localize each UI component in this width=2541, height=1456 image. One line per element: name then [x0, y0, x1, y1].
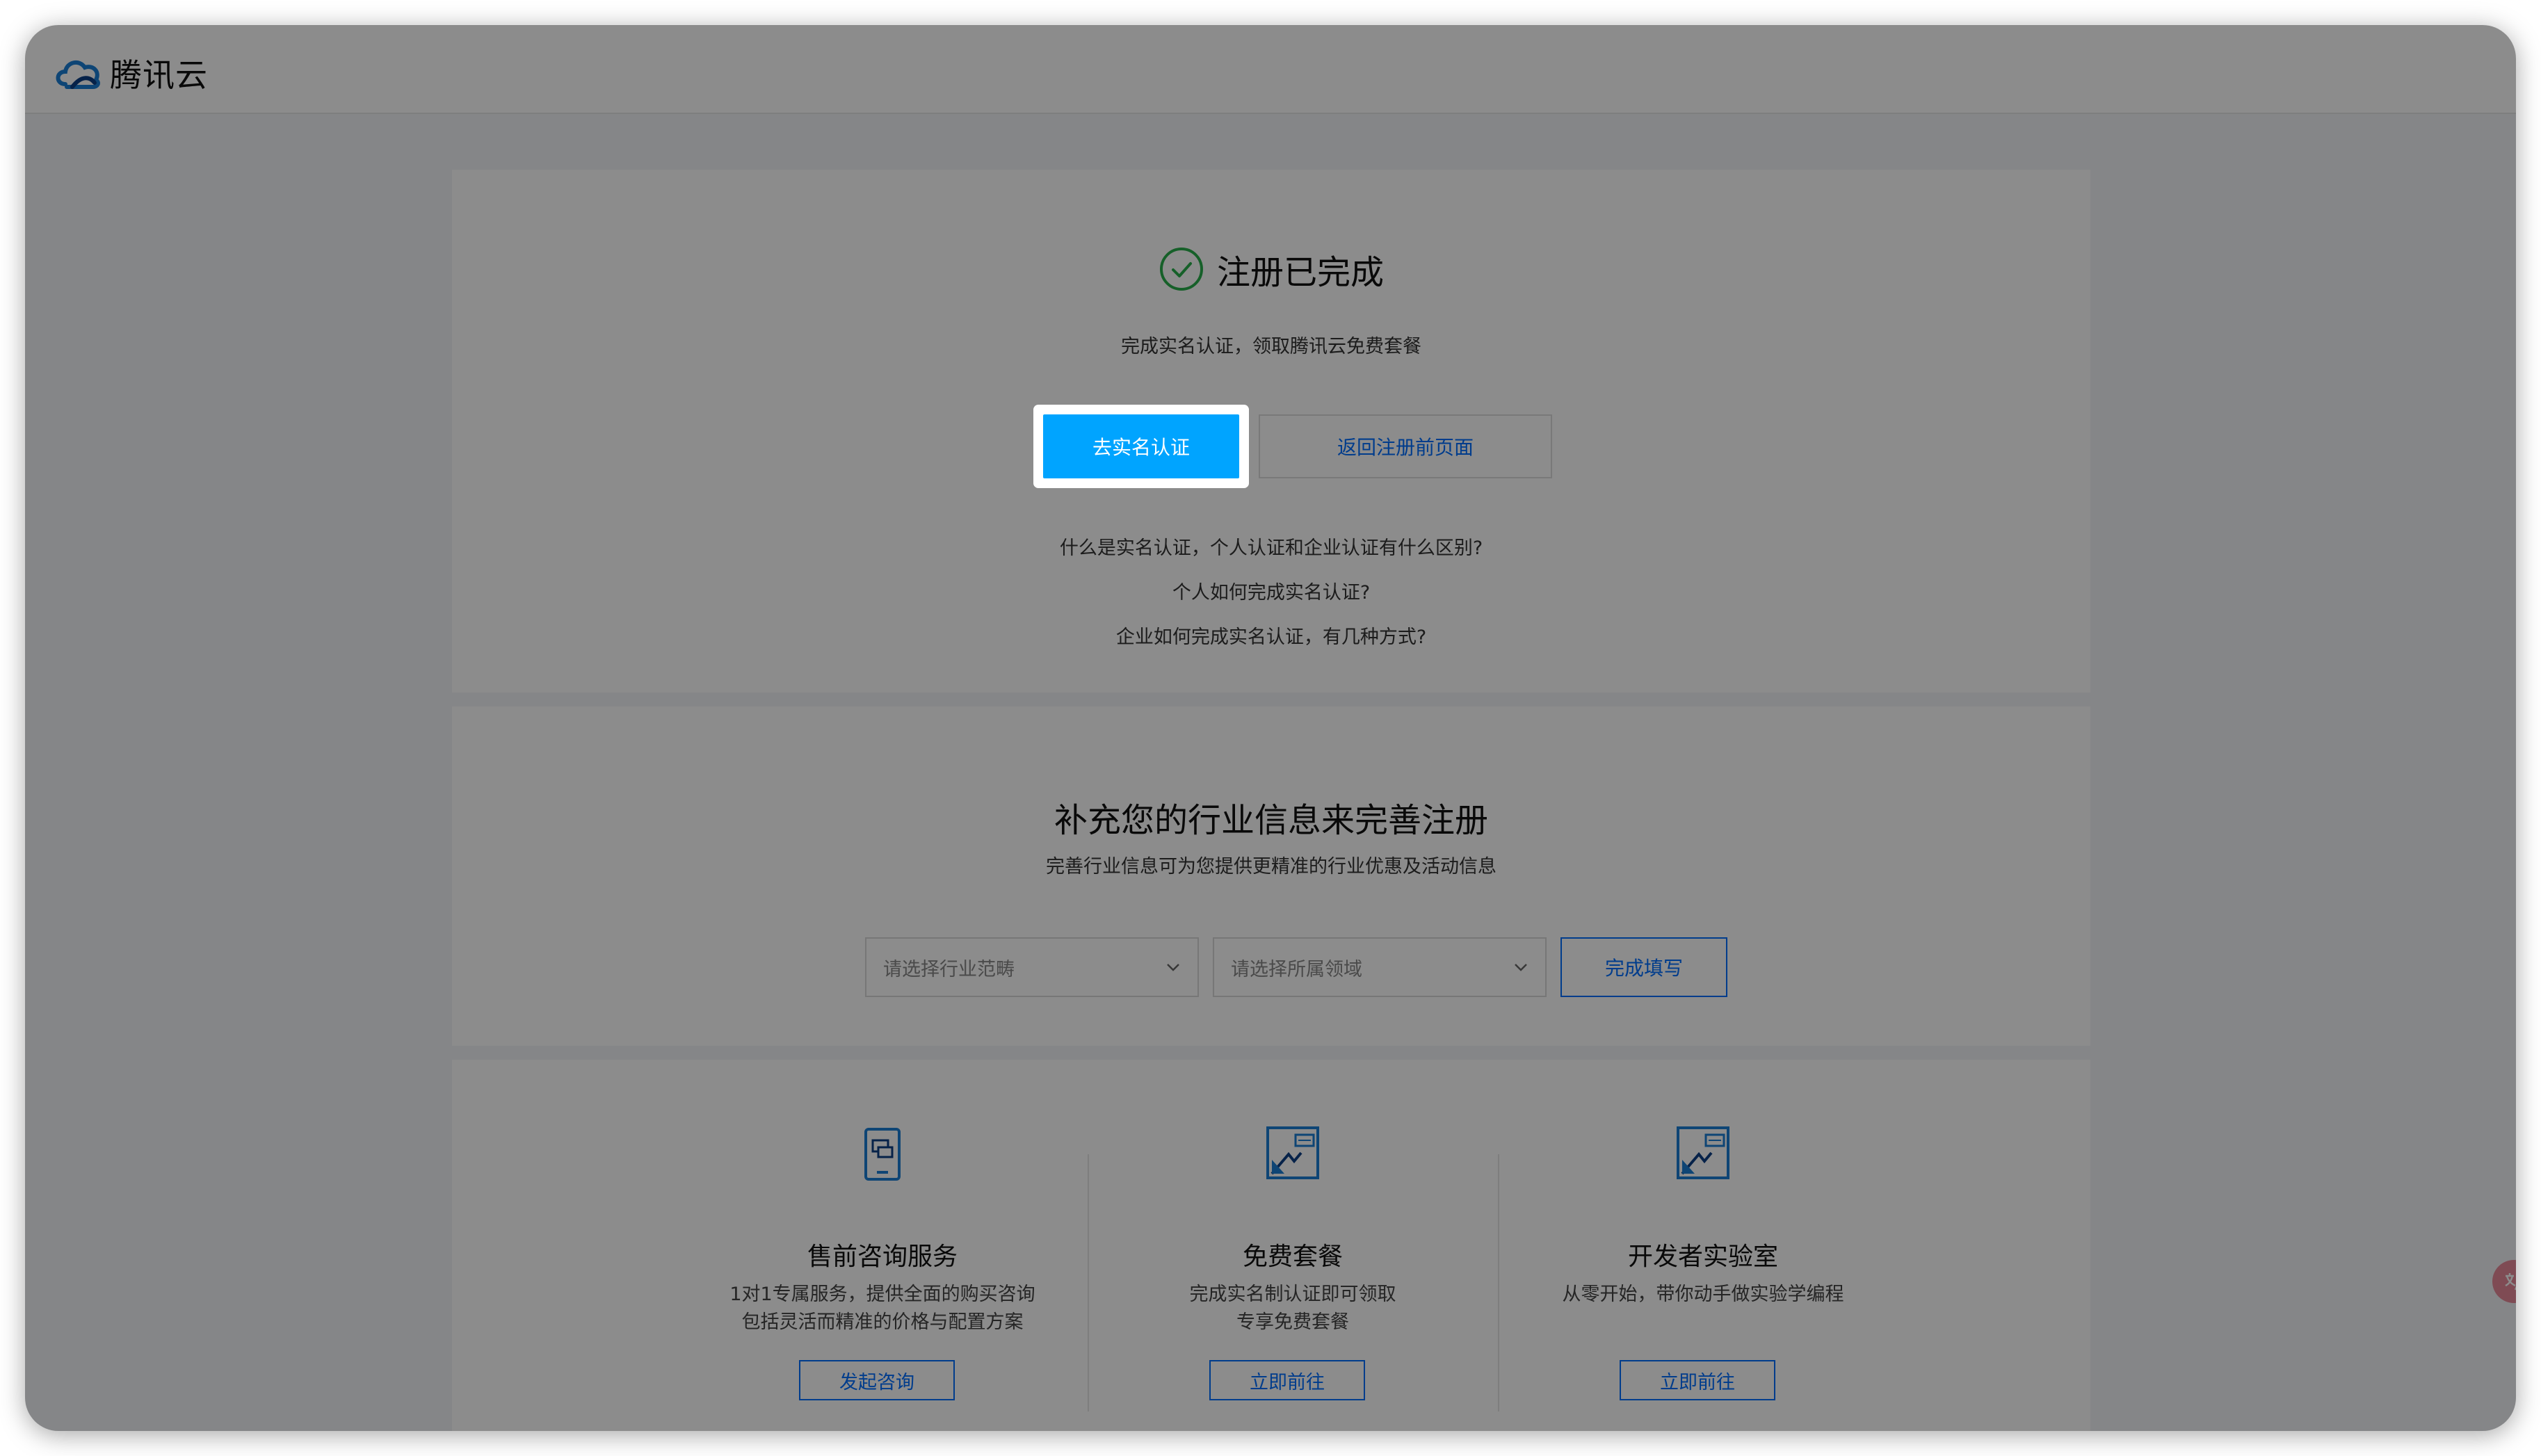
check-circle-icon: [1159, 248, 1203, 291]
service-presales: 售前咨询服务 1对1专属服务，提供全面的购买咨询 包括灵活而精准的价格与配置方案…: [677, 1060, 1088, 1431]
lab-icon: [1677, 1126, 1729, 1179]
industry-category-select[interactable]: 请选择行业范畴: [865, 937, 1199, 997]
service-title: 售前咨询服务: [807, 1243, 958, 1271]
return-to-previous-page-button[interactable]: 返回注册前页面: [1259, 414, 1552, 478]
browser-window: 腾讯云 注册已完成 完成实名认证，领取腾讯云免费套餐 去实名认证 返回注册前页面…: [25, 25, 2516, 1431]
logo-text: 腾讯云: [110, 56, 208, 94]
translate-icon[interactable]: [2492, 1260, 2516, 1303]
highlighted-verify-identity-button[interactable]: 去实名认证: [1043, 414, 1239, 478]
service-title: 开发者实验室: [1627, 1243, 1778, 1271]
cloud-logo-icon: [56, 60, 100, 89]
chevron-down-icon: [1515, 964, 1527, 971]
translate-glyph-icon: [2505, 1273, 2516, 1291]
promo-text: 完成实名认证，领取腾讯云免费套餐: [1121, 336, 1421, 357]
chevron-down-icon: [1167, 964, 1179, 971]
service-description: 完成实名制认证即可领取 专享免费套餐: [1189, 1284, 1396, 1333]
chat-phone-icon: [864, 1128, 901, 1181]
section-title: 补充您的行业信息来完善注册: [1054, 801, 1488, 840]
tencent-cloud-logo[interactable]: 腾讯云: [51, 50, 208, 96]
service-description: 从零开始，带你动手做实验学编程: [1562, 1284, 1844, 1305]
go-now-button[interactable]: 立即前往: [1620, 1360, 1775, 1400]
section-subtitle: 完善行业信息可为您提供更精准的行业优惠及活动信息: [1046, 856, 1497, 877]
select-placeholder: 请选择行业范畴: [883, 958, 1015, 980]
page-title: 注册已完成: [1216, 253, 1384, 292]
faq-link[interactable]: 企业如何完成实名认证，有几种方式?: [452, 622, 2090, 649]
success-header: 注册已完成: [452, 245, 2090, 293]
faq-link[interactable]: 个人如何完成实名认证?: [452, 577, 2090, 604]
go-now-button[interactable]: 立即前往: [1209, 1360, 1365, 1400]
top-navbar: 腾讯云: [25, 25, 2516, 114]
start-consultation-button[interactable]: 发起咨询: [799, 1360, 955, 1400]
service-free-package: 免费套餐 完成实名制认证即可领取 专享免费套餐 立即前往: [1088, 1060, 1498, 1431]
services-card: 售前咨询服务 1对1专属服务，提供全面的购买咨询 包括灵活而精准的价格与配置方案…: [452, 1060, 2090, 1431]
industry-info-card: 补充您的行业信息来完善注册 完善行业信息可为您提供更精准的行业优惠及活动信息 请…: [452, 706, 2090, 1046]
service-title: 免费套餐: [1242, 1243, 1343, 1271]
industry-field-select[interactable]: 请选择所属领域: [1213, 937, 1547, 997]
faq-link[interactable]: 什么是实名认证，个人认证和企业认证有什么区别?: [452, 533, 2090, 560]
select-placeholder: 请选择所属领域: [1231, 958, 1362, 980]
service-developer-lab: 开发者实验室 从零开始，带你动手做实验学编程 立即前往: [1498, 1060, 1908, 1431]
registration-complete-card: 注册已完成 完成实名认证，领取腾讯云免费套餐 去实名认证 返回注册前页面 什么是…: [452, 170, 2090, 693]
complete-form-button[interactable]: 完成填写: [1560, 937, 1727, 997]
package-icon: [1266, 1126, 1319, 1179]
service-description: 1对1专属服务，提供全面的购买咨询 包括灵活而精准的价格与配置方案: [729, 1284, 1035, 1333]
